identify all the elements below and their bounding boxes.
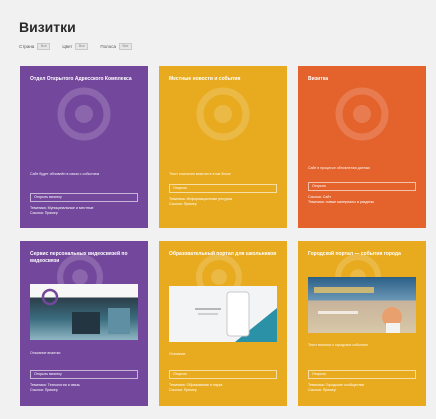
card-title: Образовательный портал для школьников xyxy=(169,251,277,257)
card-title: Сервис персональных видеосвязей по видео… xyxy=(30,251,128,264)
card-3[interactable]: Визитка Сайт в процессе обновления данны… xyxy=(298,66,426,228)
card-meta: Ссылка: Сайт Тематика: новые материалы и… xyxy=(308,195,418,204)
card-thumbnail xyxy=(169,286,277,342)
card-meta: Тематика: Городские сообщества Ссылка: П… xyxy=(308,383,418,392)
card-desc: Описание визитки xyxy=(30,351,61,355)
card-meta-line: Тематика: новые материалы и разделы xyxy=(308,199,375,204)
card-desc: Сайт будет обновлён в связи с событием xyxy=(30,172,100,176)
card-5[interactable]: Образовательный портал для школьников Оп… xyxy=(159,241,287,406)
card-4[interactable]: Сервис персональных видеосвязей по видео… xyxy=(20,241,148,406)
card-title: Городской портал — события города xyxy=(308,251,401,257)
logo-icon xyxy=(335,87,389,141)
city-preview-image xyxy=(314,287,402,333)
filter-color[interactable]: Цвет Все xyxy=(62,43,89,50)
card-open-button[interactable]: Открыть xyxy=(169,184,277,193)
filter-color-select[interactable]: Все xyxy=(75,43,89,50)
video-preview-image xyxy=(41,288,130,334)
card-1[interactable]: Отдел Открытого Адресского Комплекса Сай… xyxy=(20,66,148,228)
filter-country-label: Страна xyxy=(19,44,35,49)
card-meta-line: Ссылка: Пример xyxy=(169,387,197,392)
filter-bar: Страна Все Цвет Все Полоса Все xyxy=(19,43,144,50)
card-open-button[interactable]: Открыть xyxy=(308,182,416,191)
card-thumbnail xyxy=(308,277,416,333)
card-meta-line: Ссылка: Пример xyxy=(169,201,197,206)
card-6[interactable]: Городской портал — события города Текст … xyxy=(298,241,426,406)
card-meta-line: Ссылка: Пример xyxy=(308,387,336,392)
card-meta: Тематика: Информационные ресурсы Ссылка:… xyxy=(169,197,279,206)
card-desc: Текст визитки о городских событиях xyxy=(308,343,369,347)
filter-country[interactable]: Страна Все xyxy=(19,43,51,50)
card-meta-line: Ссылка: Пример xyxy=(30,387,58,392)
card-title: Отдел Открытого Адресского Комплекса xyxy=(30,76,132,82)
logo-icon xyxy=(196,87,250,141)
card-title: Визитка xyxy=(308,76,328,82)
filter-stripe[interactable]: Полоса Все xyxy=(100,43,132,50)
card-open-button[interactable]: Открыть xyxy=(308,370,416,379)
card-2[interactable]: Местные новости и события Текст описания… xyxy=(159,66,287,228)
page-title: Визитки xyxy=(19,19,76,35)
card-meta: Тематика: Муниципальные и местные Ссылка… xyxy=(30,206,140,215)
card-desc: Сайт в процессе обновления данных xyxy=(308,166,371,170)
card-meta: Тематика: Образование и наука Ссылка: Пр… xyxy=(169,383,279,392)
tablet-preview-image xyxy=(195,291,277,342)
card-open-button[interactable]: Открыть визитку xyxy=(30,193,138,202)
card-desc: Описание xyxy=(169,352,186,356)
card-desc: Текст описания визитки в этом блоке xyxy=(169,172,231,176)
filter-stripe-select[interactable]: Все xyxy=(118,43,132,50)
filter-color-label: Цвет xyxy=(62,44,73,49)
card-thumbnail xyxy=(30,284,138,340)
card-meta-line: Ссылка: Пример xyxy=(30,210,58,215)
card-open-button[interactable]: Открыть визитку xyxy=(30,370,138,379)
card-open-button[interactable]: Открыть xyxy=(169,370,277,379)
filter-country-select[interactable]: Все xyxy=(37,43,51,50)
filter-stripe-label: Полоса xyxy=(100,44,116,49)
card-title: Местные новости и события xyxy=(169,76,241,82)
logo-icon xyxy=(57,87,111,141)
card-meta: Тематика: Технологии и связь Ссылка: При… xyxy=(30,383,140,392)
